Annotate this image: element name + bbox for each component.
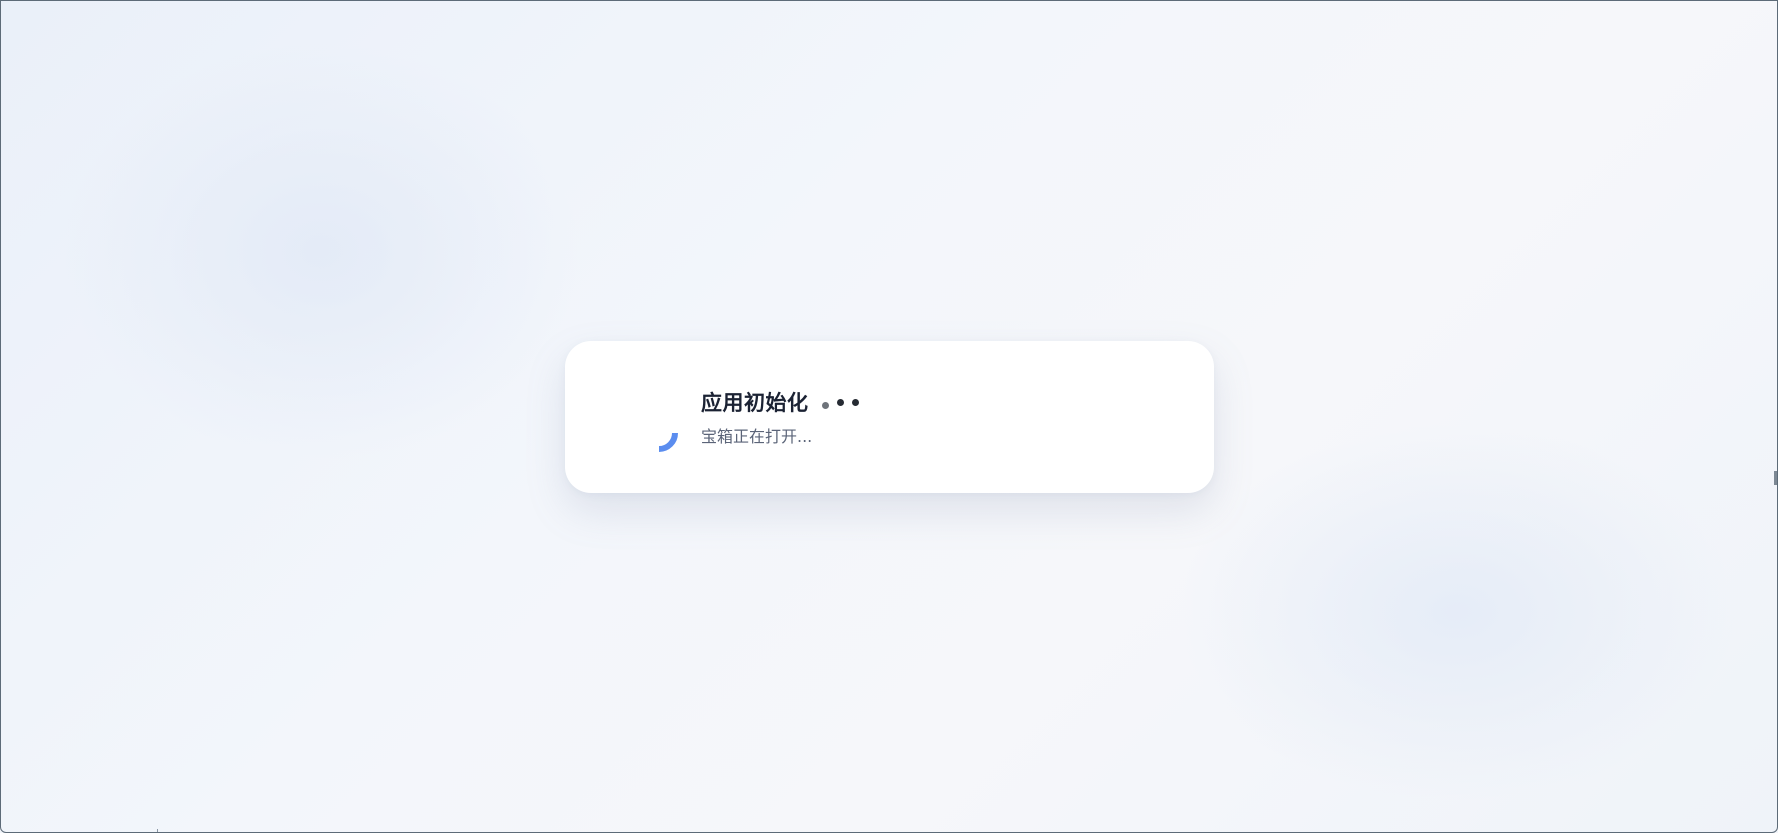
ellipsis-dots-icon <box>821 392 867 412</box>
loading-subtitle: 宝箱正在打开... <box>701 427 813 446</box>
loading-title: 应用初始化 <box>701 391 809 415</box>
window-bottom-tick <box>157 829 158 832</box>
loading-spinner-icon <box>651 419 691 459</box>
background-glow <box>1177 422 1737 802</box>
background-glow <box>61 41 581 461</box>
window-edge-marker <box>1774 471 1777 485</box>
dot <box>836 398 844 406</box>
dot <box>851 398 859 406</box>
app-window: 应用初始化 宝箱正在打开... <box>0 0 1778 833</box>
dot <box>821 401 829 409</box>
loading-text-group: 应用初始化 宝箱正在打开... <box>701 387 1161 447</box>
loading-card: 应用初始化 宝箱正在打开... <box>565 341 1214 493</box>
title-row: 应用初始化 <box>701 387 1161 417</box>
